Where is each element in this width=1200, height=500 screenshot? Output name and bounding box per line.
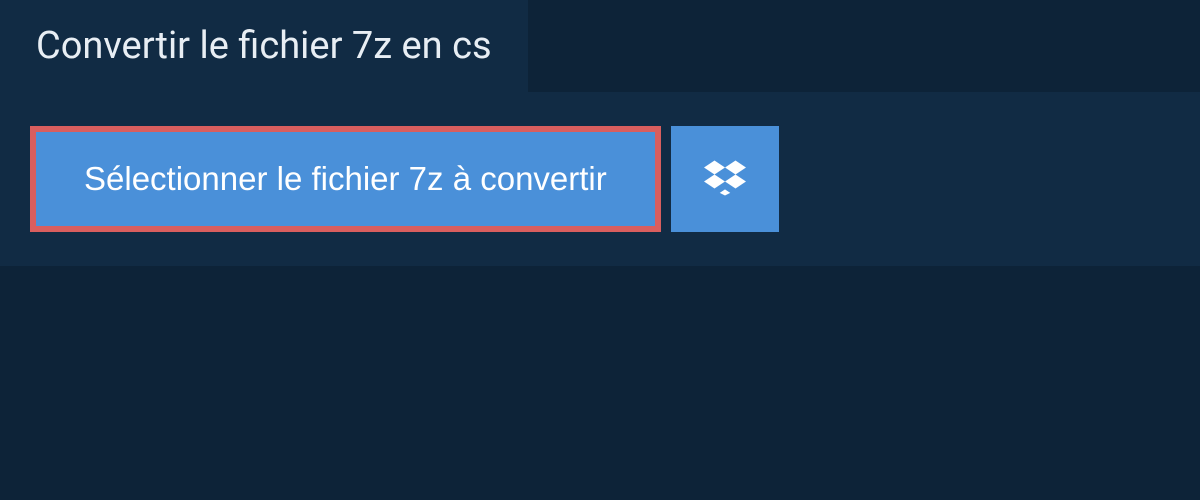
tab-header: Convertir le fichier 7z en cs: [0, 0, 528, 92]
content-panel: Sélectionner le fichier 7z à convertir: [0, 92, 1200, 266]
dropbox-icon: [704, 157, 746, 202]
select-file-label: Sélectionner le fichier 7z à convertir: [84, 160, 607, 198]
dropbox-button[interactable]: [671, 126, 779, 232]
select-file-button[interactable]: Sélectionner le fichier 7z à convertir: [30, 126, 661, 232]
converter-widget: Convertir le fichier 7z en cs Sélectionn…: [0, 0, 1200, 266]
action-row: Sélectionner le fichier 7z à convertir: [30, 126, 1170, 232]
page-title: Convertir le fichier 7z en cs: [36, 24, 492, 68]
